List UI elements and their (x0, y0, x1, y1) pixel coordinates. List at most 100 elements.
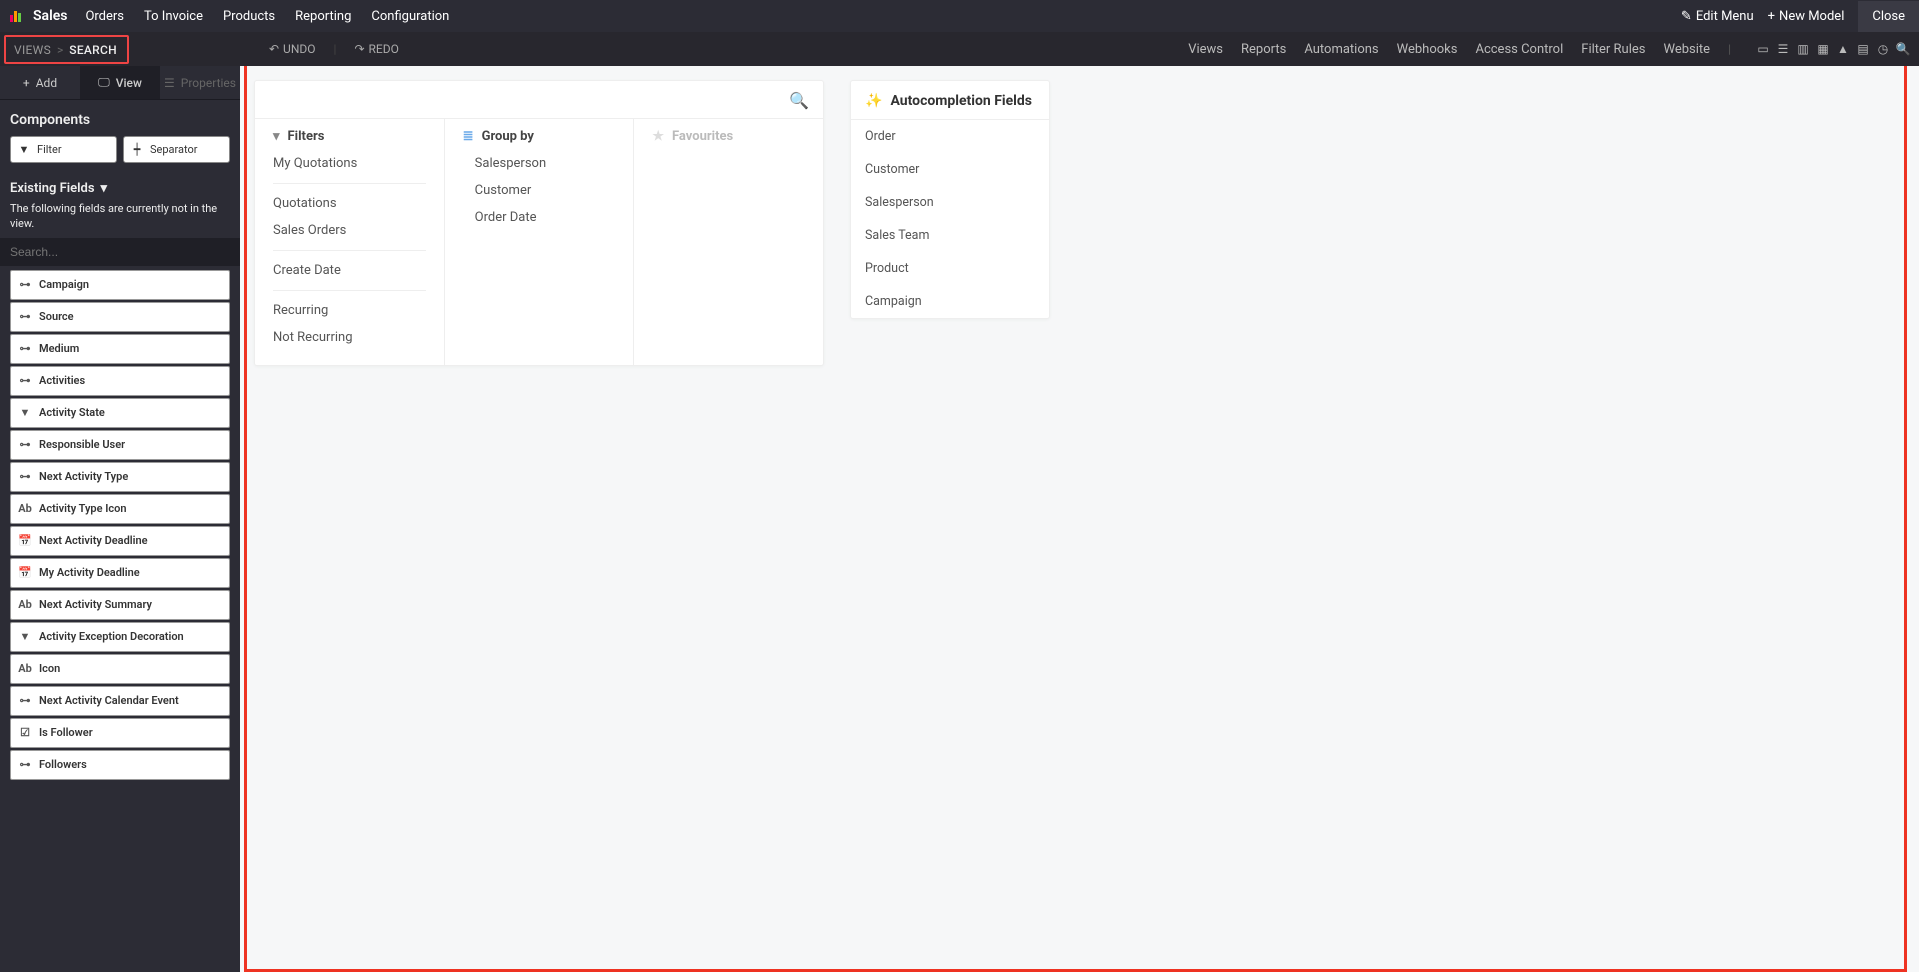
field-label: Next Activity Calendar Event (39, 694, 229, 707)
breadcrumb-views[interactable]: VIEWS (14, 43, 51, 57)
field-type-icon: Ab (11, 598, 39, 611)
wand-icon: ✨ (865, 93, 882, 109)
component-filter[interactable]: ▼Filter (10, 136, 117, 163)
autocompletion-item[interactable]: Product (851, 252, 1049, 285)
field-label: Next Activity Summary (39, 598, 229, 611)
filter-item[interactable]: My Quotations (255, 150, 444, 177)
autocompletion-item[interactable]: Salesperson (851, 186, 1049, 219)
search-view-icon[interactable]: 🔍 (1895, 41, 1911, 57)
favourites-column: ★Favourites (634, 119, 823, 365)
separator-icon: ┿ (130, 143, 144, 156)
field-item[interactable]: ⊶Next Activity Calendar Event (10, 686, 230, 716)
field-item[interactable]: ▼Activity Exception Decoration (10, 622, 230, 652)
field-type-icon: Ab (11, 502, 39, 515)
field-type-icon: ▼ (11, 630, 39, 643)
undo-icon: ↶ (269, 42, 279, 56)
field-type-icon: ⊶ (11, 470, 39, 483)
field-item[interactable]: ⊶Campaign (10, 270, 230, 300)
field-item[interactable]: ⊶Activities (10, 366, 230, 396)
autocompletion-item[interactable]: Customer (851, 153, 1049, 186)
field-item[interactable]: AbIcon (10, 654, 230, 684)
filter-item[interactable]: Sales Orders (255, 217, 444, 244)
field-item[interactable]: AbNext Activity Summary (10, 590, 230, 620)
components-heading: Components (0, 100, 240, 136)
pencil-icon: ✎ (1681, 9, 1692, 24)
field-item[interactable]: AbActivity Type Icon (10, 494, 230, 524)
funnel-icon: ▾ (273, 129, 280, 144)
breadcrumb: VIEWS > SEARCH (4, 35, 129, 64)
field-item[interactable]: ⊶Source (10, 302, 230, 332)
list-view-icon[interactable]: ☰ (1775, 41, 1791, 57)
activity-view-icon[interactable]: ◷ (1875, 41, 1891, 57)
undo-button[interactable]: ↶UNDO (269, 42, 316, 56)
field-item[interactable]: 📅My Activity Deadline (10, 558, 230, 588)
edit-menu-button[interactable]: ✎Edit Menu (1681, 9, 1754, 24)
existing-fields-heading[interactable]: Existing Fields▾ (0, 171, 240, 202)
field-item[interactable]: ⊶Responsible User (10, 430, 230, 460)
field-label: Responsible User (39, 438, 229, 451)
field-type-icon: ⊶ (11, 374, 39, 387)
left-sidebar: +Add 🖵View ☰Properties Components ▼Filte… (0, 66, 240, 972)
nav-to-invoice[interactable]: To Invoice (144, 9, 203, 24)
rm-filter-rules[interactable]: Filter Rules (1581, 42, 1645, 57)
tab-view[interactable]: 🖵View (80, 66, 160, 99)
filter-item[interactable]: Not Recurring (255, 324, 444, 351)
pivot-view-icon[interactable]: ▤ (1855, 41, 1871, 57)
tab-properties[interactable]: ☰Properties (160, 66, 240, 99)
field-label: My Activity Deadline (39, 566, 229, 579)
rm-access-control[interactable]: Access Control (1475, 42, 1563, 57)
groupby-item[interactable]: Order Date (445, 204, 634, 231)
breadcrumb-search: SEARCH (69, 43, 117, 57)
field-item[interactable]: ☑Is Follower (10, 718, 230, 748)
autocompletion-item[interactable]: Sales Team (851, 219, 1049, 252)
redo-icon: ↷ (354, 42, 364, 56)
field-item[interactable]: ▼Activity State (10, 398, 230, 428)
graph-view-icon[interactable]: ▲ (1835, 41, 1851, 57)
rm-automations[interactable]: Automations (1304, 42, 1378, 57)
plus-icon: + (1768, 9, 1775, 24)
autocompletion-card: ✨Autocompletion Fields OrderCustomerSale… (850, 80, 1050, 319)
close-button[interactable]: Close (1858, 1, 1919, 32)
autocompletion-item[interactable]: Order (851, 120, 1049, 153)
form-view-icon[interactable]: ▭ (1755, 41, 1771, 57)
rm-reports[interactable]: Reports (1241, 42, 1286, 57)
nav-configuration[interactable]: Configuration (371, 9, 449, 24)
nav-orders[interactable]: Orders (85, 9, 124, 24)
filter-item[interactable]: Recurring (255, 297, 444, 324)
new-model-button[interactable]: +New Model (1768, 9, 1845, 24)
field-label: Is Follower (39, 726, 229, 739)
app-name[interactable]: Sales (33, 8, 67, 24)
field-item[interactable]: ⊶Next Activity Type (10, 462, 230, 492)
field-item[interactable]: ⊶Followers (10, 750, 230, 780)
calendar-view-icon[interactable]: ▦ (1815, 41, 1831, 57)
list-icon: ☰ (164, 76, 175, 90)
top-navbar: Sales Orders To Invoice Products Reporti… (0, 0, 1919, 32)
field-item[interactable]: ⊶Medium (10, 334, 230, 364)
favourites-heading: Favourites (672, 129, 733, 144)
autocompletion-item[interactable]: Campaign (851, 285, 1049, 318)
field-label: Next Activity Type (39, 470, 229, 483)
tab-add[interactable]: +Add (0, 66, 80, 99)
groupby-heading: Group by (482, 129, 534, 144)
field-label: Medium (39, 342, 229, 355)
field-type-icon: 📅 (11, 566, 39, 579)
field-search-input[interactable] (0, 238, 240, 266)
nav-reporting[interactable]: Reporting (295, 9, 351, 24)
field-type-icon: ⊶ (11, 758, 39, 771)
filter-item[interactable]: Create Date (255, 257, 444, 284)
component-separator[interactable]: ┿Separator (123, 136, 230, 163)
filter-item[interactable]: Quotations (255, 190, 444, 217)
nav-products[interactable]: Products (223, 9, 275, 24)
groupby-item[interactable]: Salesperson (445, 150, 634, 177)
rm-webhooks[interactable]: Webhooks (1397, 42, 1458, 57)
autocompletion-heading: Autocompletion Fields (890, 93, 1032, 109)
kanban-view-icon[interactable]: ▥ (1795, 41, 1811, 57)
redo-button[interactable]: ↷REDO (354, 42, 398, 56)
rm-website[interactable]: Website (1664, 42, 1711, 57)
chevron-down-icon: ▾ (101, 181, 108, 196)
search-input[interactable] (269, 93, 789, 108)
groupby-item[interactable]: Customer (445, 177, 634, 204)
monitor-icon: 🖵 (98, 75, 110, 90)
field-item[interactable]: 📅Next Activity Deadline (10, 526, 230, 556)
rm-views[interactable]: Views (1188, 42, 1223, 57)
